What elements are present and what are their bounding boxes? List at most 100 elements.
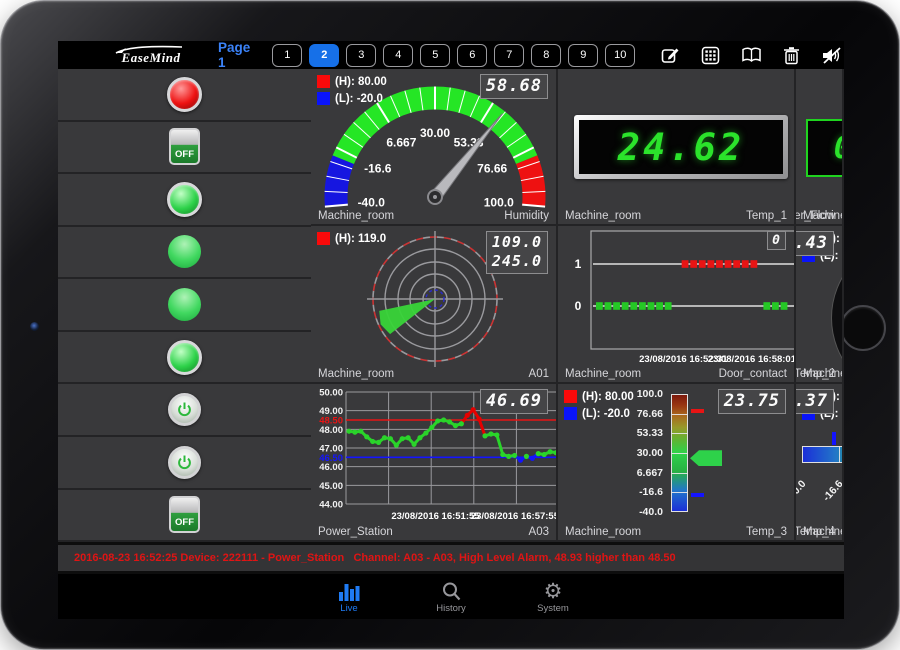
legend-chip bbox=[317, 75, 330, 88]
scale-label: -16.6 bbox=[613, 486, 663, 498]
value-display: 109.0245.0 bbox=[486, 231, 548, 274]
widget-footer-right: Temp_2 bbox=[796, 368, 835, 380]
svg-text:46.00: 46.00 bbox=[319, 462, 343, 473]
widget-footer-left: Machine_room bbox=[318, 368, 394, 380]
alarm-bar: 2016-08-23 16:52:25 Device: 222111 - Pow… bbox=[58, 542, 844, 574]
counter-display: 00000104 bbox=[806, 119, 844, 177]
widget-footer-left: Machine_room bbox=[565, 368, 641, 380]
tablet-bezel: EaseMind Page 1 12345678910 bbox=[0, 0, 900, 650]
svg-text:-40.0: -40.0 bbox=[358, 196, 386, 210]
page-button-9[interactable]: 9 bbox=[568, 44, 598, 67]
page-button-1[interactable]: 1 bbox=[272, 44, 302, 67]
widget-doorcontact: 0 1023/08/2016 16:52:3123/08/2016 16:58:… bbox=[558, 226, 796, 384]
svg-text:23/08/2016 16:51:55: 23/08/2016 16:51:55 bbox=[391, 511, 480, 522]
value-display: 23.75 bbox=[718, 389, 786, 414]
page-button-6[interactable]: 6 bbox=[457, 44, 487, 67]
legend-row: (H): 119.0 bbox=[317, 232, 386, 245]
power-button[interactable] bbox=[168, 393, 201, 426]
toolbar-actions bbox=[661, 46, 844, 65]
widget-footer-left: Machine_room bbox=[565, 210, 641, 222]
screenshot-stage: EaseMind Page 1 12345678910 bbox=[0, 0, 900, 650]
legend-row: (L): -20.0 bbox=[564, 407, 634, 420]
value-display: 23.37 bbox=[796, 389, 834, 414]
gear-icon: ⚙ bbox=[544, 579, 563, 602]
widget-temp4: (H): 80.00(L): -20.0 23.37 Machine_room … bbox=[796, 384, 844, 542]
page-button-8[interactable]: 8 bbox=[531, 44, 561, 67]
scale-label: 6.667 bbox=[613, 467, 663, 479]
svg-text:23/08/2016 16:58:01: 23/08/2016 16:58:01 bbox=[708, 354, 796, 365]
widget-footer-right: Temp_1 bbox=[746, 210, 787, 222]
svg-text:-16.6: -16.6 bbox=[364, 161, 392, 175]
tab-label: Live bbox=[340, 603, 357, 614]
red-indicator-lamp bbox=[167, 77, 202, 112]
legend-label: (H): 80.00 bbox=[582, 391, 634, 403]
green-indicator-lamp bbox=[167, 340, 202, 375]
power-button[interactable] bbox=[168, 446, 201, 479]
widget-grid: (H): 80.00(L): -20.0 58.68 -40.0-16.66.6… bbox=[58, 69, 844, 542]
bar-chart-icon bbox=[338, 579, 360, 602]
lcd-face: 24.62 bbox=[579, 120, 783, 174]
legend-chip bbox=[564, 407, 577, 420]
door-contact-chart: 1023/08/2016 16:52:3123/08/2016 16:58:01 bbox=[558, 226, 796, 368]
svg-text:50.00: 50.00 bbox=[319, 388, 343, 399]
trash-icon[interactable] bbox=[783, 46, 800, 65]
front-camera bbox=[30, 322, 39, 331]
svg-text:0: 0 bbox=[575, 299, 582, 313]
page-button-3[interactable]: 3 bbox=[346, 44, 376, 67]
tab-history[interactable]: History bbox=[422, 579, 480, 619]
svg-text:100.0: 100.0 bbox=[484, 196, 514, 210]
page-button-2[interactable]: 2 bbox=[309, 44, 339, 67]
scale-label: -16.6 bbox=[807, 478, 844, 519]
page-button-5[interactable]: 5 bbox=[420, 44, 450, 67]
low-limit-marker bbox=[691, 493, 704, 497]
page-button-4[interactable]: 4 bbox=[383, 44, 413, 67]
book-icon[interactable] bbox=[741, 46, 762, 64]
control-cell bbox=[58, 227, 311, 280]
tab-system[interactable]: ⚙ System bbox=[524, 579, 582, 619]
keypad-icon[interactable] bbox=[701, 46, 720, 65]
widget-temp1: 24.62 Machine_room Temp_1 bbox=[558, 69, 796, 226]
off-toggle-switch[interactable]: OFF bbox=[169, 128, 200, 165]
page-buttons: 123456789 10 bbox=[272, 44, 635, 67]
app-screen: EaseMind Page 1 12345678910 bbox=[58, 41, 844, 619]
compose-icon[interactable] bbox=[661, 46, 680, 65]
control-cell bbox=[58, 69, 311, 122]
alarm-message: 2016-08-23 16:52:25 Device: 222111 - Pow… bbox=[58, 552, 676, 564]
bottom-tab-bar: Live History ⚙ System bbox=[58, 574, 844, 619]
off-toggle-switch[interactable]: OFF bbox=[169, 496, 200, 533]
mute-speaker-icon[interactable] bbox=[821, 46, 843, 65]
widget-footer-right: Water_Flow bbox=[796, 210, 835, 222]
legend-label: (L): -20.0 bbox=[335, 93, 383, 105]
widget-a03: 46.69 50.0049.0048.5048.0047.0046.5046.0… bbox=[311, 384, 558, 542]
svg-text:30.00: 30.00 bbox=[420, 126, 450, 140]
scale-label: 30.00 bbox=[613, 447, 663, 459]
widget-footer-left: Machine_room bbox=[565, 526, 641, 538]
widget-temp2: (H): 80.00(L): -20.0 23.43 -40.0-16.66.6… bbox=[796, 226, 844, 384]
page-label: Page 1 bbox=[218, 41, 250, 70]
green-indicator-lamp bbox=[167, 182, 202, 217]
page-button-7[interactable]: 7 bbox=[494, 44, 524, 67]
widget-a01: (H): 119.0 109.0245.0 Machine_room A01 bbox=[311, 226, 558, 384]
power-icon bbox=[176, 454, 193, 471]
counter-value: 00000104 bbox=[834, 131, 844, 166]
value-display: 23.43 bbox=[796, 231, 834, 256]
widget-footer-left: Machine_room bbox=[318, 210, 394, 222]
value-pointer bbox=[690, 450, 722, 466]
legend-label: (H): 80.00 bbox=[335, 76, 387, 88]
page-button-10[interactable]: 10 bbox=[605, 44, 635, 67]
widget-footer-right: Humidity bbox=[504, 210, 549, 222]
legend-chip bbox=[564, 390, 577, 403]
widget-temp3: (H): 80.00(L): -20.0 23.75 Machine_room … bbox=[558, 384, 796, 542]
control-cell bbox=[58, 332, 311, 385]
widget-footer-left: Power_Station bbox=[318, 526, 393, 538]
green-led bbox=[168, 288, 201, 321]
power-icon bbox=[176, 401, 193, 418]
tab-live[interactable]: Live bbox=[320, 579, 378, 619]
value-display: 0 bbox=[767, 231, 786, 250]
control-cell: OFF bbox=[58, 122, 311, 175]
magnifier-icon bbox=[441, 579, 462, 602]
low-limit-marker bbox=[832, 432, 836, 445]
control-cell bbox=[58, 437, 311, 490]
home-button[interactable] bbox=[840, 305, 886, 351]
scale-label: 53.33 bbox=[613, 427, 663, 439]
